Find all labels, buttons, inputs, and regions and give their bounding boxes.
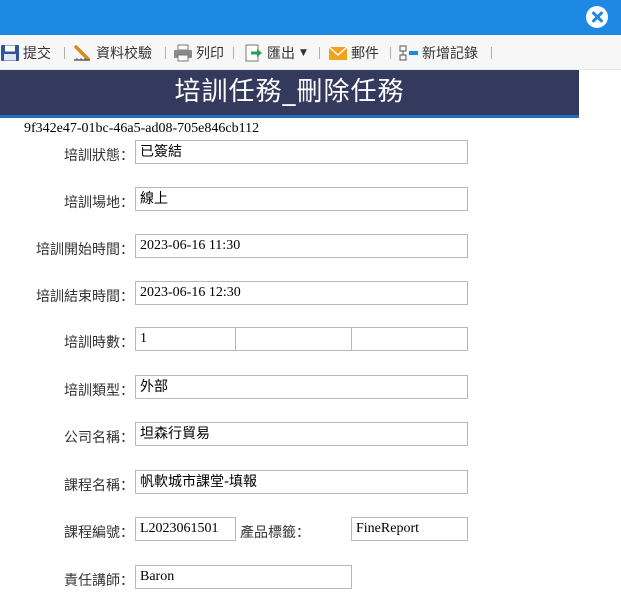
export-label: 匯出	[267, 46, 295, 62]
submit-button[interactable]: 提交	[0, 43, 51, 63]
hours-label: 培訓時數：	[64, 335, 134, 351]
company-label: 公司名稱：	[64, 430, 134, 446]
window-titlebar	[0, 0, 621, 35]
product-tag-label: 產品標籤：	[240, 525, 310, 541]
end-time-label: 培訓結束時間：	[36, 289, 134, 305]
print-button[interactable]: 列印	[173, 43, 224, 63]
end-time-field[interactable]: 2023-06-16 12:30	[135, 281, 468, 305]
toolbar: 提交 資料校驗 列印 匯出 ▼ 郵件 新增記錄	[0, 35, 621, 70]
course-code-label: 課程編號：	[64, 525, 134, 541]
email-label: 郵件	[351, 46, 379, 62]
submit-label: 提交	[23, 46, 51, 62]
status-label: 培訓狀態：	[64, 148, 134, 164]
validate-label: 資料校驗	[96, 46, 152, 62]
form-header: 培訓任務_刪除任務	[0, 70, 579, 118]
export-dropdown[interactable]: 匯出 ▼	[244, 43, 307, 63]
email-button[interactable]: 郵件	[328, 43, 379, 63]
print-label: 列印	[196, 46, 224, 62]
course-code-field[interactable]: L2023061501	[135, 517, 236, 541]
hours-extra-field[interactable]	[351, 327, 468, 351]
envelope-icon	[328, 46, 348, 60]
product-tag-field[interactable]: FineReport	[351, 517, 468, 541]
toolbar-divider	[64, 47, 65, 59]
export-icon	[245, 44, 262, 62]
validate-button[interactable]: 資料校驗	[73, 43, 152, 63]
toolbar-divider	[491, 47, 492, 59]
printer-icon	[174, 44, 192, 62]
add-record-icon	[399, 45, 418, 61]
instructor-label: 責任講師：	[64, 573, 134, 589]
add-record-label: 新增記錄	[422, 46, 478, 62]
record-id: 9f342e47-01bc-46a5-ad08-705e846cb112	[24, 121, 260, 136]
save-icon	[1, 45, 19, 61]
instructor-field[interactable]: Baron	[135, 565, 352, 589]
hours-extra-field[interactable]	[235, 327, 352, 351]
toolbar-divider	[319, 47, 320, 59]
start-time-field[interactable]: 2023-06-16 11:30	[135, 234, 468, 258]
venue-field[interactable]: 線上	[135, 187, 468, 211]
venue-label: 培訓場地：	[64, 195, 134, 211]
course-name-field[interactable]: 帆軟城市課堂-填報	[135, 470, 468, 494]
course-name-label: 課程名稱：	[64, 478, 134, 494]
hours-field[interactable]: 1	[135, 327, 236, 351]
toolbar-divider	[233, 47, 234, 59]
add-record-button[interactable]: 新增記錄	[399, 43, 478, 63]
type-label: 培訓類型：	[64, 383, 134, 399]
toolbar-divider	[165, 47, 166, 59]
pencil-ruler-icon	[74, 45, 90, 61]
close-icon[interactable]	[586, 6, 608, 28]
company-field[interactable]: 坦森行貿易	[135, 422, 468, 446]
status-field[interactable]: 已簽結	[135, 140, 468, 164]
start-time-label: 培訓開始時間：	[36, 242, 134, 258]
type-field[interactable]: 外部	[135, 375, 468, 399]
page-title: 培訓任務_刪除任務	[174, 77, 405, 107]
chevron-down-icon: ▼	[300, 48, 307, 58]
toolbar-divider	[390, 47, 391, 59]
